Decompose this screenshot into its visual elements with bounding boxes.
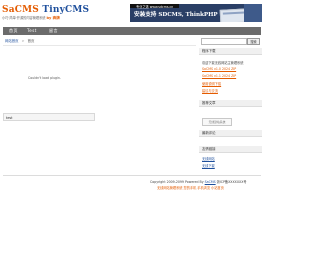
- nav-item-guestbook[interactable]: 留言: [49, 28, 58, 34]
- sidebar-download-link[interactable]: SaCMS v1.1 2024 ZIP: [202, 74, 236, 78]
- recommend-image[interactable]: 无线建站系统: [202, 118, 232, 126]
- sidebar-title-recommend: 推荐文章: [199, 100, 262, 107]
- banner-url: 专业之选 www.sdcms.cn: [136, 5, 174, 9]
- footer-sub-links[interactable]: 无线网站管理系统 您的手机 手机浏览 小站首页: [157, 185, 224, 190]
- copyright-text: Copyright 2009-2099 Powered By: [150, 180, 204, 184]
- search-button[interactable]: 搜索: [247, 38, 260, 45]
- banner-decoration: [244, 4, 262, 22]
- breadcrumb-home[interactable]: 网站首页: [5, 39, 19, 43]
- sidebar-download-link[interactable]: 使用说明下载: [202, 81, 221, 86]
- main-nav: 首页 Test 留言: [3, 27, 261, 35]
- breadcrumb-separator: >: [21, 39, 25, 43]
- friendlink-item[interactable]: 无线网站: [202, 156, 215, 161]
- sidebar-title-comments: 最新评论: [199, 130, 262, 137]
- sidebar-download-link[interactable]: SaCMS v1.0 2024 ZIP: [202, 67, 236, 71]
- sidebar-download-link[interactable]: 建议与交流: [202, 88, 218, 93]
- breadcrumb: 网站首页 > 首页: [3, 37, 196, 46]
- banner-text: 安装支持 SDCMS, ThinkPHP: [134, 12, 218, 18]
- sidebar-download-desc: 欢迎下载无线网站主管理系统: [202, 61, 244, 65]
- logo-part-tinycms: TinyCMS: [42, 5, 90, 15]
- sidebar-title-friendlinks: 友情链接: [199, 146, 262, 153]
- plugin-error-message: Couldn't load plugin.: [28, 76, 61, 80]
- nav-item-home[interactable]: 首页: [9, 28, 18, 34]
- sidebar-title-download: 程序下载: [199, 48, 262, 55]
- friendlink-item[interactable]: 无线下载: [202, 163, 215, 168]
- logo-tagline: 小巧·简单·开源的内容管理系统: [2, 16, 46, 20]
- breadcrumb-current: 首页: [27, 39, 35, 43]
- powered-by-link[interactable]: SaCMS: [205, 180, 216, 184]
- logo-tagline-row: 小巧·简单·开源的内容管理系统 by 奔牌: [2, 15, 60, 21]
- site-logo[interactable]: SaCMS TinyCMS: [2, 5, 89, 15]
- header-banner[interactable]: 专业之选 www.sdcms.cn 安装支持 SDCMS, ThinkPHP: [130, 4, 262, 22]
- footer-copyright: Copyright 2009-2099 Powered By SaCMS 浙IC…: [150, 179, 247, 184]
- icp-text: 浙ICP备XXXXXXX号: [216, 180, 247, 184]
- footer-divider: [3, 175, 261, 176]
- nav-item-test[interactable]: Test: [27, 28, 37, 33]
- search-input[interactable]: [201, 38, 247, 45]
- logo-accent: by 奔牌: [46, 16, 60, 20]
- logo-part-sacms: SaCMS: [2, 5, 39, 15]
- content-textbox: test: [3, 113, 95, 121]
